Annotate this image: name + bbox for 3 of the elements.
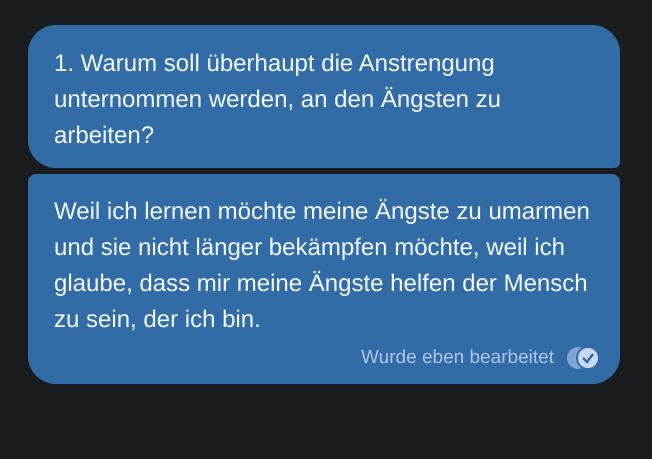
edited-label: Wurde eben bearbeitet <box>361 347 554 369</box>
message-text: 1. Warum soll überhaupt die Anstrengung unternommen werden, an den Ängsten zu arbeiten? <box>54 49 502 151</box>
message-text: Weil ich lernen möchte meine Ängste zu umarmen und sie nicht länger bekämpfen möchte, weil ich glaube, dass mir meine Ängste helfen der Mensch zu sein, der ich bin. <box>54 197 591 335</box>
